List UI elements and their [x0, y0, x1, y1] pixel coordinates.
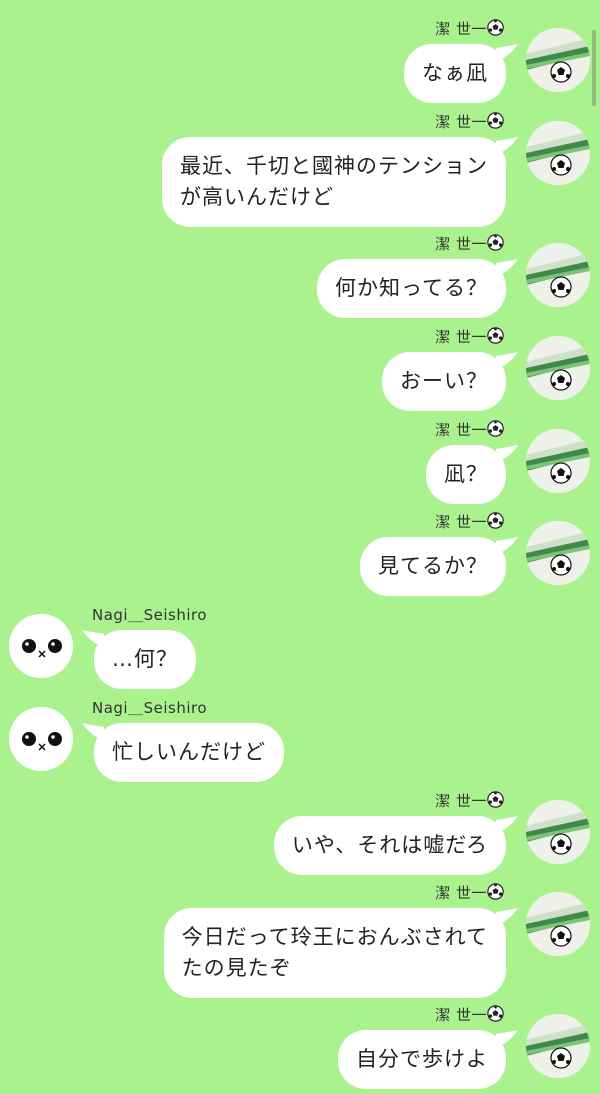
message-text: 忙しいんだけど [112, 740, 266, 764]
sender-name: 潔 世一 [435, 511, 504, 532]
soccer-ball-icon [487, 327, 504, 344]
sender-avatar[interactable] [526, 800, 590, 864]
soccer-ball-icon [487, 112, 504, 129]
sender-avatar[interactable] [526, 28, 590, 92]
sender-avatar[interactable] [526, 121, 590, 185]
sender-name: 潔 世一 [435, 419, 504, 440]
message-bubble[interactable]: おーい？ [382, 352, 506, 411]
soccer-ball-icon [487, 512, 504, 529]
message-bubble[interactable]: いや、それは嘘だろ [273, 816, 506, 875]
soccer-ball-icon [487, 883, 504, 900]
message-bubble[interactable]: 最近、千切と國神のテンション が高いんだけど [162, 137, 506, 227]
soccer-ball-icon [487, 420, 504, 437]
sender-name: 潔 世一 [435, 790, 504, 811]
sender-name: 潔 世一 [435, 882, 504, 903]
sender-name: Nagi＿Seishiro [92, 699, 208, 717]
sender-avatar[interactable] [526, 1014, 590, 1078]
message-bubble[interactable]: 凪？ [426, 445, 506, 504]
message-bubble[interactable]: なぁ凪 [404, 44, 506, 103]
message-text: 今日だって玲王におんぶされて [181, 925, 488, 949]
message-text: たの見たぞ [181, 956, 292, 980]
message-bubble[interactable]: 忙しいんだけど [94, 723, 284, 782]
sender-avatar[interactable] [9, 614, 73, 678]
sender-avatar[interactable] [526, 243, 590, 307]
soccer-ball-icon [487, 19, 504, 36]
sender-avatar[interactable] [526, 521, 590, 585]
message-text: おーい？ [400, 369, 488, 393]
message-bubble[interactable]: 今日だって玲王におんぶされて たの見たぞ [163, 908, 506, 998]
scrollbar[interactable] [592, 30, 596, 106]
sender-name: 潔 世一 [435, 326, 504, 347]
message-bubble[interactable]: 見てるか？ [360, 537, 506, 596]
soccer-ball-icon [487, 1005, 504, 1022]
sender-avatar[interactable] [9, 707, 73, 771]
soccer-ball-icon [487, 791, 504, 808]
sender-name: Nagi＿Seishiro [92, 606, 208, 624]
sender-avatar[interactable] [526, 429, 590, 493]
sender-name: 潔 世一 [435, 111, 504, 132]
sender-name: 潔 世一 [435, 18, 504, 39]
message-text: …何？ [112, 647, 178, 671]
sender-name: 潔 世一 [435, 233, 504, 254]
message-text: 凪？ [444, 462, 488, 486]
message-text: 何か知ってる？ [335, 276, 488, 300]
message-text: いや、それは嘘だろ [291, 833, 488, 857]
message-text: 見てるか？ [378, 554, 488, 578]
message-text: が高いんだけど [180, 185, 334, 209]
message-text: 自分で歩けよ [356, 1047, 488, 1071]
message-bubble[interactable]: …何？ [94, 630, 196, 689]
soccer-ball-icon [487, 234, 504, 251]
message-bubble[interactable]: 自分で歩けよ [338, 1030, 506, 1089]
sender-avatar[interactable] [526, 892, 590, 956]
message-text: 最近、千切と國神のテンション [180, 154, 488, 178]
sender-avatar[interactable] [526, 336, 590, 400]
message-bubble[interactable]: 何か知ってる？ [317, 259, 506, 318]
message-text: なぁ凪 [422, 61, 488, 85]
sender-name: 潔 世一 [435, 1004, 504, 1025]
